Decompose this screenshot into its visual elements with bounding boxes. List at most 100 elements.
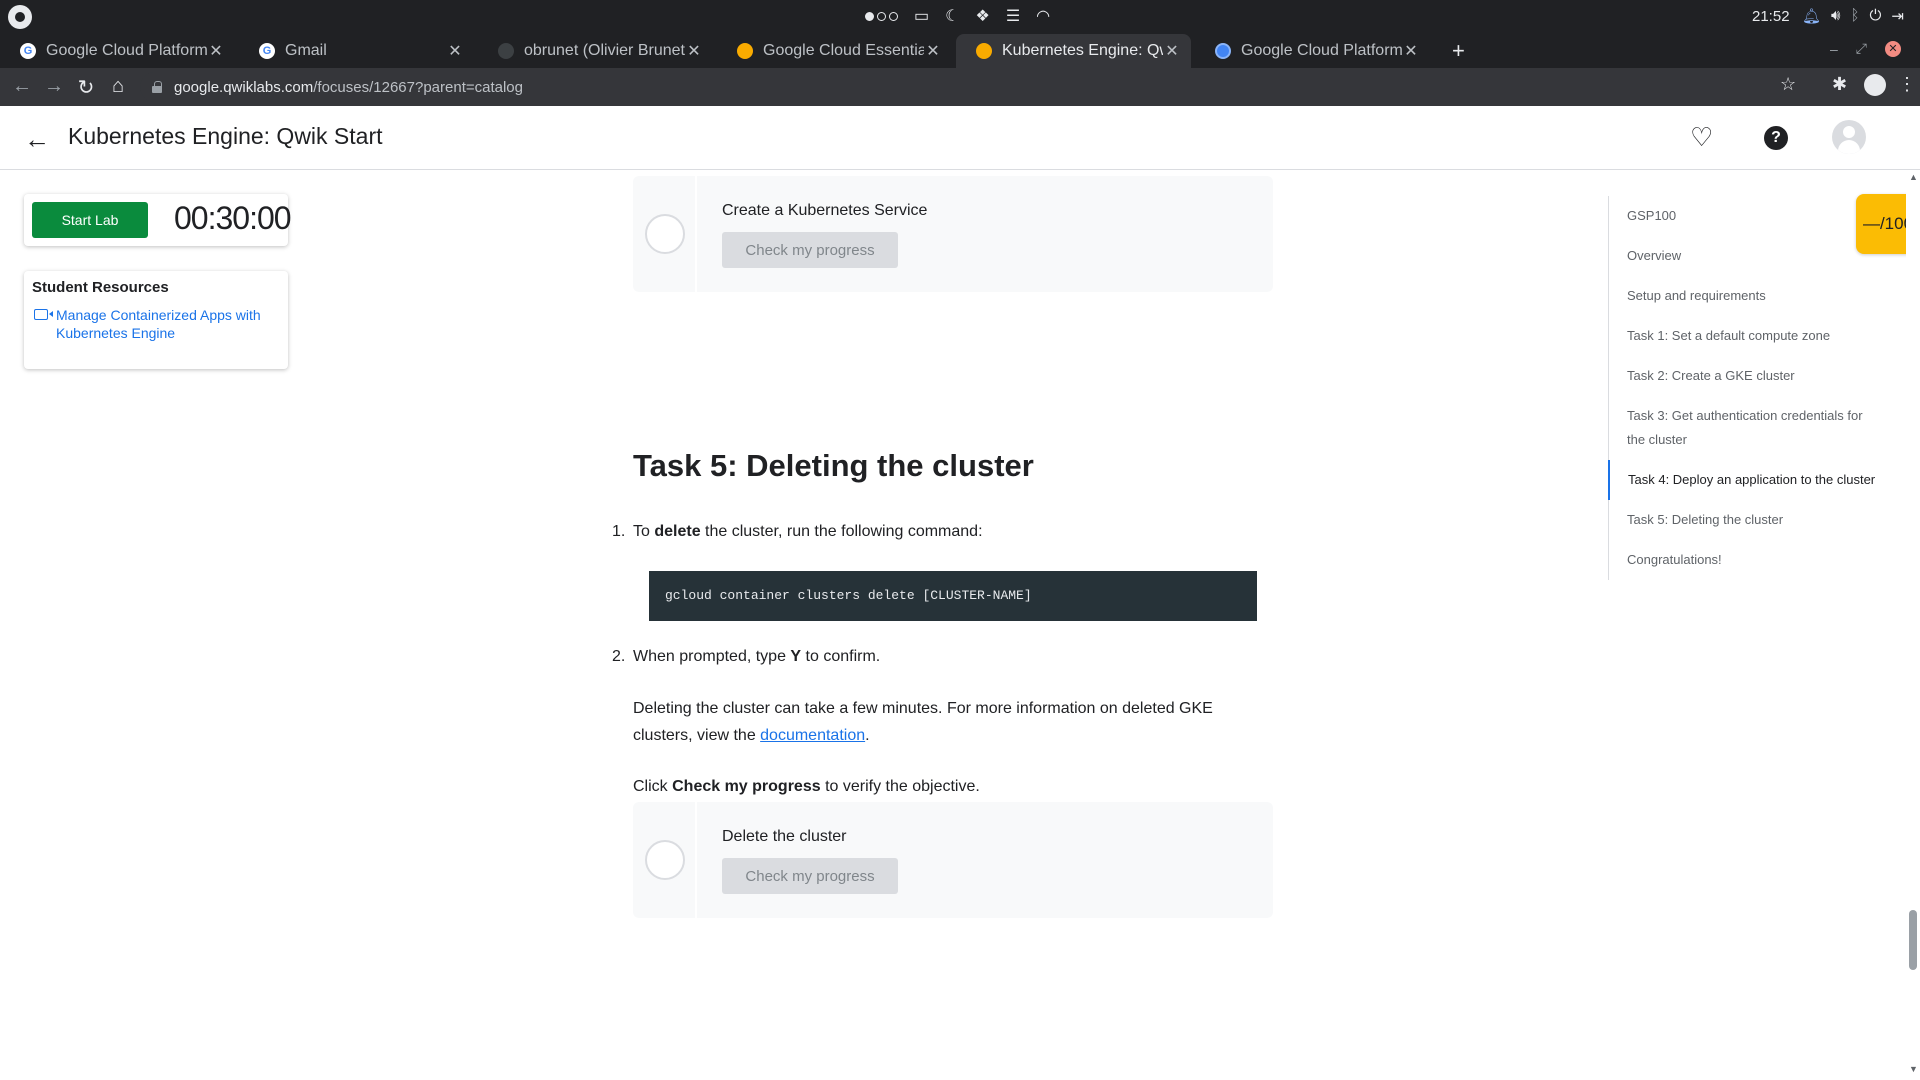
tab-title: Google Cloud Platform [46, 42, 207, 59]
page-scrollbar[interactable]: ▲ ▼ [1906, 170, 1920, 1080]
check-my-progress-button[interactable]: Check my progress [722, 232, 898, 268]
browser-tab[interactable]: G Gmail ✕ [239, 34, 474, 68]
toc-item[interactable]: Setup and requirements [1609, 276, 1884, 316]
tab-close-icon[interactable]: ✕ [207, 41, 225, 61]
task-heading: Task 5: Deleting the cluster [633, 448, 1034, 483]
minimize-icon[interactable]: – [1830, 41, 1838, 57]
tab-close-icon[interactable]: ✕ [446, 41, 464, 61]
url-text[interactable]: google.qwiklabs.com/focuses/12667?parent… [174, 79, 523, 96]
scrollbar-thumb[interactable] [1909, 910, 1917, 970]
menu-icon[interactable]: ☰ [1006, 6, 1020, 26]
exit-icon[interactable]: ⇥ [1891, 7, 1904, 25]
lab-timer: 00:30:00 [174, 200, 292, 236]
progress-check-box: Delete the cluster Check my progress [633, 802, 1273, 918]
browser-menu-icon[interactable]: ⋮ [1898, 74, 1916, 95]
tab-title: Google Cloud Platform [1241, 42, 1402, 59]
close-window-icon[interactable]: ✕ [1885, 40, 1901, 57]
check-progress-instruction: Click Check my progress to verify the ob… [633, 778, 980, 795]
files-icon[interactable]: ▭ [914, 6, 929, 26]
reload-icon[interactable]: ↻ [74, 75, 98, 100]
scroll-up-icon[interactable]: ▲ [1909, 172, 1918, 182]
tab-close-icon[interactable]: ✕ [1163, 41, 1181, 61]
tab-close-icon[interactable]: ✕ [1402, 41, 1420, 61]
bluetooth-icon[interactable]: ᛒ [1851, 7, 1860, 25]
dropbox-icon[interactable]: ❖ [975, 6, 989, 26]
step-text: To delete the cluster, run the following… [633, 523, 983, 540]
toc-item[interactable]: Task 3: Get authentication credentials f… [1609, 396, 1884, 460]
power-icon[interactable]: ⏻ [1870, 7, 1882, 25]
start-lab-button[interactable]: Start Lab [32, 202, 148, 238]
check-my-progress-button[interactable]: Check my progress [722, 858, 898, 894]
back-icon[interactable]: ← [10, 75, 34, 98]
step-text: When prompted, type Y to confirm. [633, 648, 881, 665]
night-mode-icon[interactable]: ☾ [945, 6, 959, 26]
scroll-down-icon[interactable]: ▼ [1909, 1064, 1918, 1074]
step-number: 1. [612, 523, 626, 540]
tab-title: Kubernetes Engine: Qwik [1002, 42, 1163, 59]
app-header: ← Kubernetes Engine: Qwik Start ♡ ? [0, 106, 1920, 170]
google-favicon-icon: G [20, 43, 36, 59]
github-favicon-icon [498, 43, 514, 59]
os-tray: 🔔︎ 🔊︎ ᛒ ⏻ ⇥ [1802, 7, 1904, 25]
qwiklabs-favicon-icon [976, 43, 992, 59]
address-bar[interactable]: google.qwiklabs.com/focuses/12667?parent… [140, 72, 1784, 102]
resource-link-label: Manage Containerized Apps with Kubernete… [56, 307, 261, 341]
toc-item-active[interactable]: Task 4: Deploy an application to the clu… [1608, 460, 1884, 500]
progress-check-box: Create a Kubernetes Service Check my pro… [633, 176, 1273, 292]
tab-close-icon[interactable]: ✕ [685, 41, 703, 61]
progress-check-title: Delete the cluster [722, 828, 847, 845]
toc-item[interactable]: Task 2: Create a GKE cluster [1609, 356, 1884, 396]
gcp-favicon-icon [1215, 43, 1231, 59]
toc-item[interactable]: Task 1: Set a default compute zone [1609, 316, 1884, 356]
browser-tab-active[interactable]: Kubernetes Engine: Qwik ✕ [956, 34, 1191, 68]
toc-item[interactable]: Congratulations! [1609, 540, 1884, 580]
browser-tab[interactable]: Google Cloud Platform ✕ [1195, 34, 1430, 68]
os-logo-icon[interactable] [8, 5, 32, 29]
table-of-contents: GSP100 Overview Setup and requirements T… [1608, 196, 1884, 580]
notification-icon[interactable]: 🔔︎ [1802, 7, 1821, 25]
toc-item[interactable]: Overview [1609, 236, 1884, 276]
browser-tab[interactable]: obrunet (Olivier Brunet) ✕ [478, 34, 713, 68]
os-center-icons: ▭ ☾ ❖ ☰ ◠ [865, 6, 1050, 26]
student-resources-title: Student Resources [32, 279, 169, 296]
extensions-icon[interactable]: ✱ [1832, 74, 1847, 95]
browser-tab[interactable]: G Google Cloud Platform ✕ [0, 34, 235, 68]
step-2: 2. When prompted, type Y to confirm. [612, 648, 880, 666]
browser-tab[interactable]: Google Cloud Essentials ✕ [717, 34, 952, 68]
page-title: Kubernetes Engine: Qwik Start [68, 123, 383, 149]
favorite-heart-icon[interactable]: ♡ [1690, 122, 1713, 153]
google-favicon-icon: G [259, 43, 275, 59]
forward-icon[interactable]: → [42, 75, 66, 98]
workspaces-icon[interactable] [865, 11, 898, 21]
new-tab-icon[interactable]: + [1452, 38, 1465, 64]
toc-item[interactable]: Task 5: Deleting the cluster [1609, 500, 1884, 540]
browser-tab-strip: G Google Cloud Platform ✕ G Gmail ✕ obru… [0, 34, 1920, 68]
window-controls: – ⤢ ✕ [1830, 40, 1901, 57]
lock-icon[interactable] [152, 81, 162, 93]
back-arrow-icon[interactable]: ← [24, 124, 50, 155]
maximize-icon[interactable]: ⤢ [1856, 40, 1867, 57]
info-paragraph: Deleting the cluster can take a few minu… [633, 700, 1213, 744]
wifi-icon[interactable]: ◠ [1036, 6, 1050, 26]
bookmark-star-icon[interactable]: ☆ [1780, 74, 1796, 95]
user-avatar[interactable] [1832, 120, 1866, 154]
home-icon[interactable]: ⌂ [106, 75, 130, 98]
progress-check-title: Create a Kubernetes Service [722, 202, 928, 219]
toc-item[interactable]: GSP100 [1609, 196, 1884, 236]
step-number: 2. [612, 648, 626, 665]
os-clock[interactable]: 21:52 [1752, 8, 1790, 25]
resource-link[interactable]: Manage Containerized Apps with Kubernete… [32, 306, 280, 342]
tab-title: obrunet (Olivier Brunet) [524, 42, 685, 59]
os-top-bar: ▭ ☾ ❖ ☰ ◠ 21:52 🔔︎ 🔊︎ ᛒ ⏻ ⇥ [0, 0, 1920, 34]
video-icon [34, 309, 53, 320]
progress-status-circle-icon [645, 840, 685, 880]
progress-status-circle-icon [645, 214, 685, 254]
browser-toolbar: ← → ↻ ⌂ google.qwiklabs.com/focuses/1266… [0, 68, 1920, 106]
documentation-link[interactable]: documentation [760, 727, 865, 744]
profile-avatar-icon[interactable] [1864, 74, 1886, 96]
qwiklabs-favicon-icon [737, 43, 753, 59]
volume-icon[interactable]: 🔊︎ [1831, 7, 1840, 25]
help-icon[interactable]: ? [1764, 126, 1788, 150]
code-block[interactable]: gcloud container clusters delete [CLUSTE… [649, 571, 1257, 621]
tab-close-icon[interactable]: ✕ [924, 41, 942, 61]
